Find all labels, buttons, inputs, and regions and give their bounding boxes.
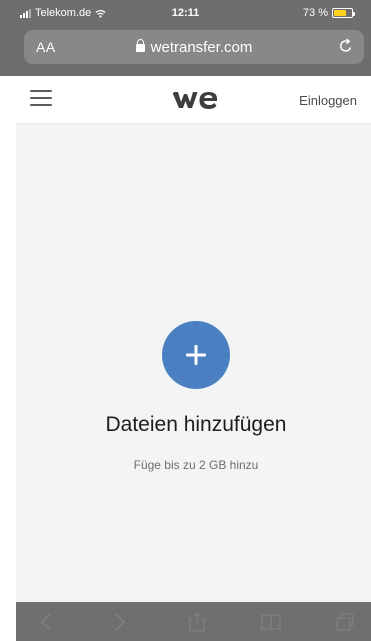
app-header: Einloggen bbox=[16, 76, 371, 124]
status-bar: Telekom.de 12:11 73 % bbox=[0, 0, 371, 26]
forward-icon[interactable] bbox=[108, 612, 130, 632]
add-files-title[interactable]: Dateien hinzufügen bbox=[16, 413, 371, 437]
login-link[interactable]: Einloggen bbox=[299, 93, 357, 108]
browser-chrome: Telekom.de 12:11 73 % AA wetransfer.com bbox=[0, 0, 371, 76]
battery-percent: 73 % bbox=[302, 7, 328, 19]
reload-icon[interactable] bbox=[338, 38, 354, 54]
add-files-button[interactable] bbox=[162, 321, 230, 389]
url-field[interactable]: wetransfer.com bbox=[24, 39, 364, 56]
back-icon[interactable] bbox=[36, 612, 58, 632]
url-text: wetransfer.com bbox=[150, 39, 253, 56]
lock-icon bbox=[135, 39, 145, 52]
status-right: 73 % bbox=[302, 7, 355, 19]
add-files-subtitle: Füge bis zu 2 GB hinzu bbox=[133, 458, 259, 472]
hamburger-menu-icon[interactable] bbox=[30, 90, 52, 110]
wetransfer-logo[interactable] bbox=[171, 88, 219, 112]
bookmarks-icon[interactable] bbox=[260, 612, 282, 632]
browser-toolbar bbox=[16, 602, 371, 641]
plus-icon bbox=[186, 345, 206, 365]
battery-icon bbox=[332, 8, 355, 18]
tabs-icon[interactable] bbox=[334, 612, 356, 632]
share-icon[interactable] bbox=[186, 611, 208, 632]
upload-area: Dateien hinzufügen Füge bis zu 2 GB hinz… bbox=[16, 124, 371, 602]
phone-screen: Telekom.de 12:11 73 % AA wetransfer.com … bbox=[0, 0, 371, 641]
battery-fill bbox=[334, 10, 347, 16]
address-bar[interactable]: AA wetransfer.com bbox=[24, 30, 364, 64]
